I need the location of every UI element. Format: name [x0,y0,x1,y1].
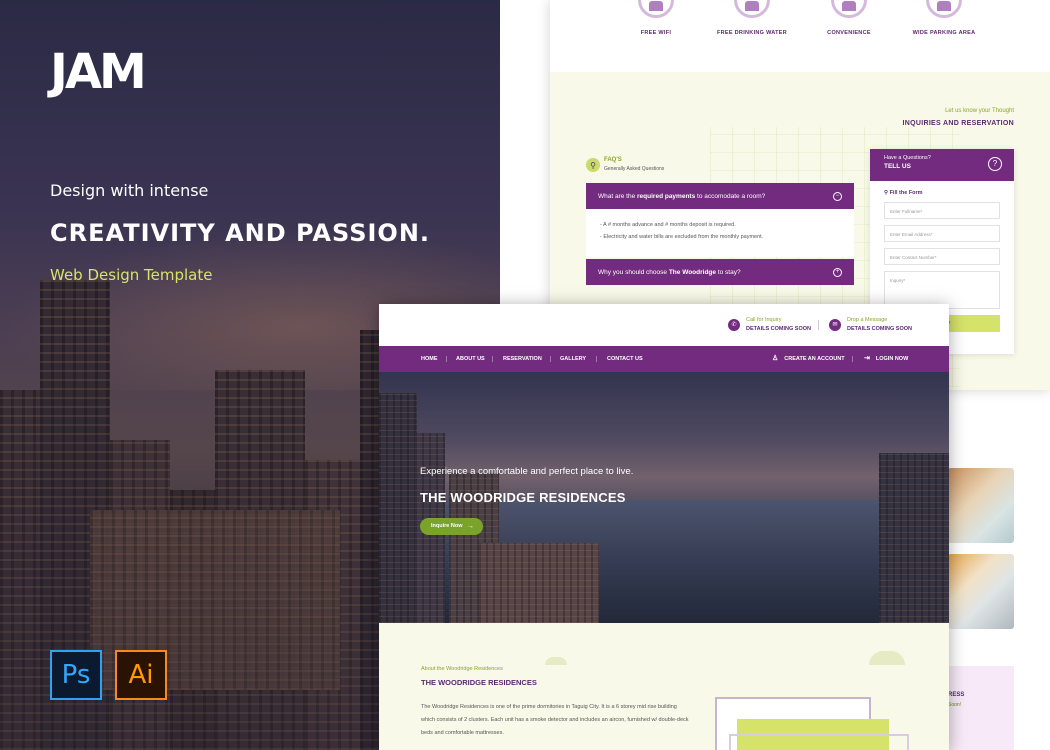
nav-about[interactable]: ABOUT US [456,346,485,372]
faq-answer: - A # months advance and # months deposi… [586,209,854,257]
faq-heading: FAQ'S [604,157,622,163]
nav-contact[interactable]: CONTACT US [607,346,643,372]
cloud-decoration [545,657,567,665]
address-title: RESS [948,692,965,698]
wifi-icon [638,0,674,18]
phone-icon: ✆ [728,319,740,331]
about-title: THE WOODRIDGE RESIDENCES [421,678,537,687]
nav-reservation[interactable]: RESERVATION [503,346,542,372]
contact-value: DETAILS COMING SOON [746,326,811,332]
cloud-decoration [869,651,905,665]
contact-label: Drop a Message [847,317,888,323]
water-icon [734,0,770,18]
car-icon [926,0,962,18]
login-icon: ⇥ [864,355,870,362]
tagline-main: CREATIVITY AND PASSION. [50,219,431,247]
nav-separator [492,356,493,362]
faq-answer-line: - Electricity and water bills are exclud… [600,234,764,240]
faq-answer-line: - A # months advance and # months deposi… [600,222,736,228]
create-account-link[interactable]: ♙ CREATE AN ACCOUNT [772,346,845,372]
fullname-field[interactable]: Enter Fullname* [884,202,1000,219]
address-section: RESS Soon! [948,666,1014,750]
nav-gallery[interactable]: GALLERY [560,346,586,372]
search-icon: ⚲ [586,158,600,172]
user-icon: ♙ [772,355,779,362]
nav-home[interactable]: HOME [421,346,438,372]
hero-subtitle: Experience a comfortable and perfect pla… [420,466,634,477]
contact-value: DETAILS COMING SOON [847,326,912,332]
tell-us-small: Have a Questions? [884,155,931,161]
amenities-row: FREE WIFI FREE DRINKING WATER CONVENIENC… [550,0,1050,72]
faq-question-choose[interactable]: Why you should choose The Woodridge to s… [586,259,854,285]
form-label: ⚲ Fill the Form [884,190,923,196]
inquire-now-button[interactable]: Inquire Now → [420,518,483,535]
tell-us-title: TELL US [884,163,911,170]
email-field[interactable]: Enter Email Address* [884,225,1000,242]
divider [818,320,819,330]
arrow-right-icon: → [467,523,474,530]
contact-number-field[interactable]: Enter Contact Number* [884,248,1000,265]
contact-label: Call for Inquiry [746,317,782,323]
amenity-parking: WIDE PARKING AREA [904,0,984,36]
nav-separator [550,356,551,362]
amenity-label: FREE DRINKING WATER [716,30,788,36]
amenity-label: FREE WIFI [640,30,672,36]
amenity-convenience: CONVENIENCE [809,0,889,36]
nav-separator [852,356,853,362]
about-body: The Woodridge Residences is one of the p… [421,704,689,736]
nav-separator [596,356,597,362]
question-icon: ? [988,157,1002,171]
expand-icon[interactable]: + [833,267,842,277]
tagline-type: Web Design Template [50,266,213,284]
amenity-label: WIDE PARKING AREA [912,30,976,36]
gallery-photo-bathroom [948,554,1014,629]
about-subtitle: About the Woodridge Residences [421,666,503,672]
main-nav: HOME ABOUT US RESERVATION GALLERY CONTAC… [379,346,949,372]
hero-title: THE WOODRIDGE RESIDENCES [420,490,626,505]
faq-question-text: Why you should choose The Woodridge to s… [598,268,741,276]
faq-question-payments[interactable]: What are the required payments to accomo… [586,183,854,209]
login-link[interactable]: ⇥ LOGIN NOW [864,346,908,372]
tell-us-header: Have a Questions? TELL US ? [870,149,1014,181]
collapse-icon[interactable]: − [833,191,842,201]
address-subtitle: Soon! [948,702,962,708]
home-page-mockup: ✆ Call for Inquiry DETAILS COMING SOON ✉… [379,304,949,750]
nav-separator [446,356,447,362]
contact-bar: ✆ Call for Inquiry DETAILS COMING SOON ✉… [379,304,949,346]
about-section: About the Woodridge Residences THE WOODR… [379,623,949,750]
mail-icon: ✉ [829,319,841,331]
amenity-label: CONVENIENCE [827,30,871,36]
faq-question-text: What are the required payments to accomo… [598,192,766,200]
amenity-wifi: FREE WIFI [616,0,696,36]
inquiry-subtitle: Let us know your Thought [945,108,1014,114]
photoshop-icon: Ps [50,650,102,700]
amenity-water: FREE DRINKING WATER [712,0,792,36]
hero-banner: Experience a comfortable and perfect pla… [379,372,949,623]
store-icon [831,0,867,18]
faq-subheading: Generally Asked Questions [604,166,665,172]
inquiry-title: INQUIRIES AND RESERVATION [902,120,1014,127]
illustrator-icon: Ai [115,650,167,700]
brand-logo: JAM [50,44,147,100]
tagline-intro: Design with intense [50,181,209,200]
about-image-frame [729,734,909,750]
gallery-photo-lobby [948,468,1014,543]
